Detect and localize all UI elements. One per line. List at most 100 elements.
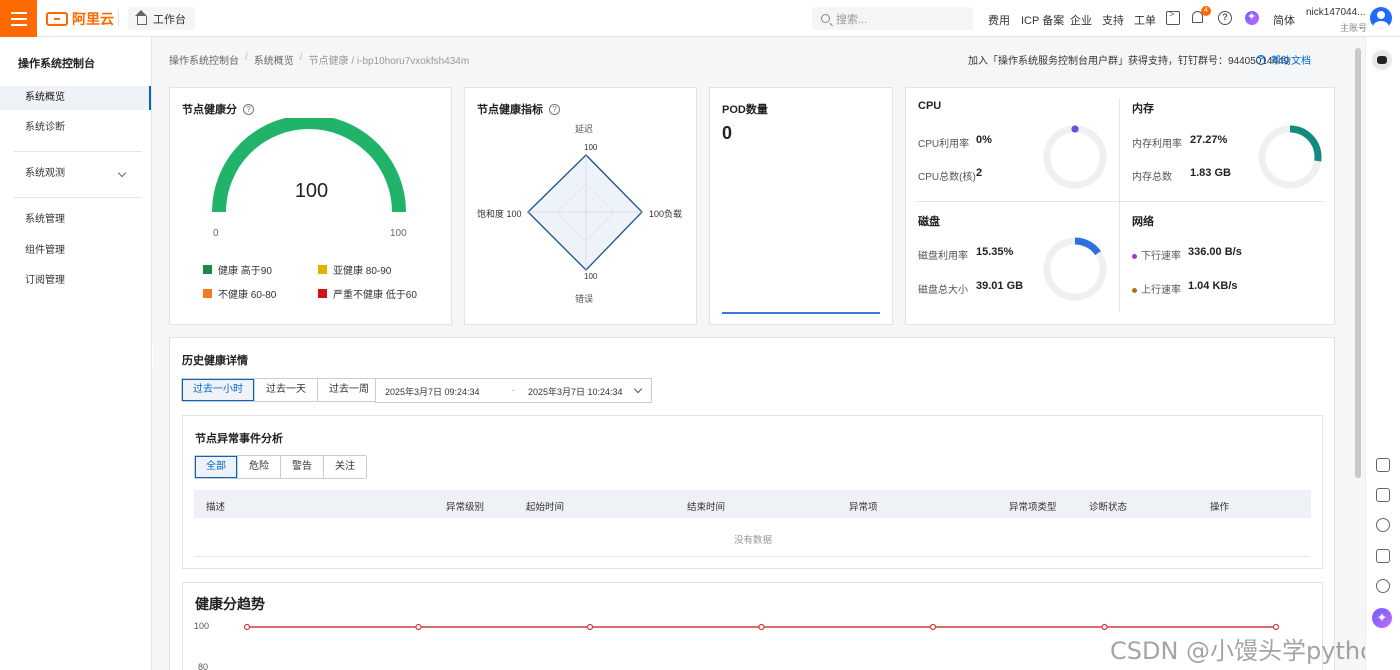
- history-title: 历史健康详情: [182, 355, 248, 367]
- search-icon: [821, 14, 830, 23]
- chevron-down-icon: [633, 384, 643, 394]
- cpu-total-label: CPU总数(核): [918, 172, 976, 183]
- page-scrollbar[interactable]: [1355, 48, 1361, 478]
- table-bottom-border: [194, 556, 1310, 557]
- search-input[interactable]: 搜索...: [812, 7, 973, 30]
- radar-value-latency: 100: [584, 143, 598, 152]
- range-last-day[interactable]: 过去一天: [255, 379, 318, 401]
- sidebar-item-label: 系统观测: [25, 168, 65, 179]
- radar-axis-label-latency: 延迟: [575, 124, 594, 134]
- filter-attention[interactable]: 关注: [324, 456, 366, 478]
- disk-usage-ring: [1043, 237, 1107, 301]
- radar-value-load: 100: [649, 209, 665, 219]
- sidebar-item-subscription-management[interactable]: 订阅管理: [0, 269, 151, 293]
- pod-card: POD数量 0: [709, 87, 893, 325]
- range-start: 2025年3月7日 09:24:34: [385, 387, 480, 397]
- user-role: 主账号: [1340, 23, 1368, 33]
- trend-data-point: [415, 623, 422, 631]
- icp-filing-link[interactable]: ICP 备案: [1021, 12, 1064, 28]
- upload-label-text: 上行速率: [1141, 285, 1181, 296]
- radar-label-saturation: 饱和度 100: [477, 207, 522, 220]
- ai-assistant-icon[interactable]: ✦: [1372, 608, 1392, 628]
- ai-assistant-icon[interactable]: [1245, 10, 1259, 25]
- column-anomaly-type: 异常项类型: [1009, 502, 1057, 513]
- filter-all[interactable]: 全部: [195, 456, 238, 478]
- trend-data-point: [758, 623, 765, 631]
- legend-unhealthy: 不健康 60-80: [203, 286, 276, 301]
- health-indicator-card: 节点健康指标 ? 延迟 100 100负载 100 错误 饱和度 100: [464, 87, 697, 325]
- sidebar-item-component-management[interactable]: 组件管理: [0, 239, 151, 263]
- legend-critical: 严重不健康 低于60: [318, 286, 417, 301]
- range-separator: -: [512, 385, 515, 395]
- brand-logo[interactable]: 阿里云: [46, 9, 114, 28]
- hamburger-menu-icon[interactable]: [0, 0, 37, 37]
- customer-service-icon[interactable]: [1376, 579, 1390, 593]
- help-doc-link[interactable]: ? 帮助文档: [1256, 52, 1311, 67]
- trend-data-point: [1272, 623, 1280, 631]
- radar-axis-label-load: 负载: [664, 209, 683, 219]
- support-link[interactable]: 支持: [1102, 12, 1124, 28]
- filter-danger[interactable]: 危险: [238, 456, 281, 478]
- disk-usage-label: 磁盘利用率: [918, 251, 968, 262]
- enterprise-link[interactable]: 企业: [1070, 12, 1092, 28]
- question-icon[interactable]: ?: [243, 103, 254, 115]
- edit-icon[interactable]: [1376, 549, 1390, 563]
- assistant-robot-icon[interactable]: [1372, 50, 1392, 70]
- sidebar: 操作系统控制台 系统概览 系统诊断 系统观测 系统管理 组件管理 订阅管理: [0, 37, 152, 670]
- range-last-hour[interactable]: 过去一小时: [182, 379, 255, 401]
- avatar[interactable]: [1370, 7, 1392, 29]
- network-title: 网络: [1132, 216, 1154, 228]
- language-switch[interactable]: 简体: [1273, 12, 1295, 28]
- download-dot-icon: [1132, 253, 1137, 259]
- health-score-value: 100: [294, 180, 329, 202]
- terminal-icon[interactable]: [1166, 9, 1180, 25]
- billing-link[interactable]: 费用: [988, 12, 1010, 28]
- event-analysis-title: 节点异常事件分析: [195, 433, 283, 445]
- help-icon[interactable]: ?: [1218, 11, 1232, 25]
- event-filter-tabs: 全部 危险 警告 关注: [194, 455, 367, 479]
- breadcrumb-separator: /: [245, 52, 248, 63]
- sidebar-item-diagnosis[interactable]: 系统诊断: [0, 116, 151, 140]
- cpu-usage-label: CPU利用率: [918, 139, 970, 150]
- settings-icon[interactable]: [1376, 518, 1390, 532]
- memory-title: 内存: [1132, 103, 1154, 115]
- cpu-total-value: 2: [976, 167, 983, 179]
- pod-count: 0: [722, 123, 733, 143]
- sidebar-item-observability[interactable]: 系统观测: [0, 162, 151, 186]
- date-range-picker[interactable]: 2025年3月7日 09:24:34 - 2025年3月7日 10:24:34: [375, 378, 652, 403]
- breadcrumb-console[interactable]: 操作系统控制台: [169, 52, 239, 67]
- memory-total-value: 1.83 GB: [1190, 167, 1231, 179]
- radar-axis-label-error: 错误: [575, 294, 594, 304]
- radar-fill: [527, 154, 643, 271]
- cpu-usage-value: 0%: [976, 134, 992, 146]
- ticket-link[interactable]: 工单: [1134, 12, 1156, 28]
- legend-label: 健康 高于90: [218, 266, 272, 277]
- legend-label: 不健康 60-80: [218, 290, 277, 301]
- range-last-week[interactable]: 过去一周: [318, 379, 380, 401]
- home-icon: [135, 9, 147, 25]
- breadcrumb-overview[interactable]: 系统概览: [254, 52, 294, 67]
- event-table-header: 描述 异常级别 起始时间 结束时间 异常项 异常项类型 诊断状态 操作: [194, 490, 1311, 518]
- sidebar-divider: [14, 197, 142, 198]
- cart-icon[interactable]: [1376, 458, 1390, 472]
- column-anomaly-item: 异常项: [849, 502, 878, 513]
- right-utility-rail: [1365, 37, 1400, 670]
- user-name[interactable]: nick147044...: [1306, 7, 1366, 18]
- legend-label: 亚健康 80-90: [333, 266, 392, 277]
- trend-data-point: [243, 623, 251, 631]
- sidebar-item-overview[interactable]: 系统概览: [0, 86, 151, 110]
- legend-swatch: [318, 265, 327, 274]
- memory-total-label: 内存总数: [1132, 172, 1172, 183]
- legend-swatch: [318, 289, 327, 298]
- brand-name: 阿里云: [72, 10, 114, 27]
- workbench-button[interactable]: 工作台: [128, 7, 195, 30]
- filter-warning[interactable]: 警告: [281, 456, 324, 478]
- upload-dot-icon: [1132, 287, 1137, 293]
- switch-icon[interactable]: [1376, 488, 1390, 502]
- resource-divider-horizontal: [916, 201, 1324, 202]
- radar-value-saturation: 100: [506, 209, 522, 219]
- legend-healthy: 健康 高于90: [203, 262, 272, 277]
- sidebar-item-system-management[interactable]: 系统管理: [0, 208, 151, 232]
- watermark: CSDN @小馒头学python: [1110, 637, 1391, 665]
- sidebar-divider: [14, 151, 142, 152]
